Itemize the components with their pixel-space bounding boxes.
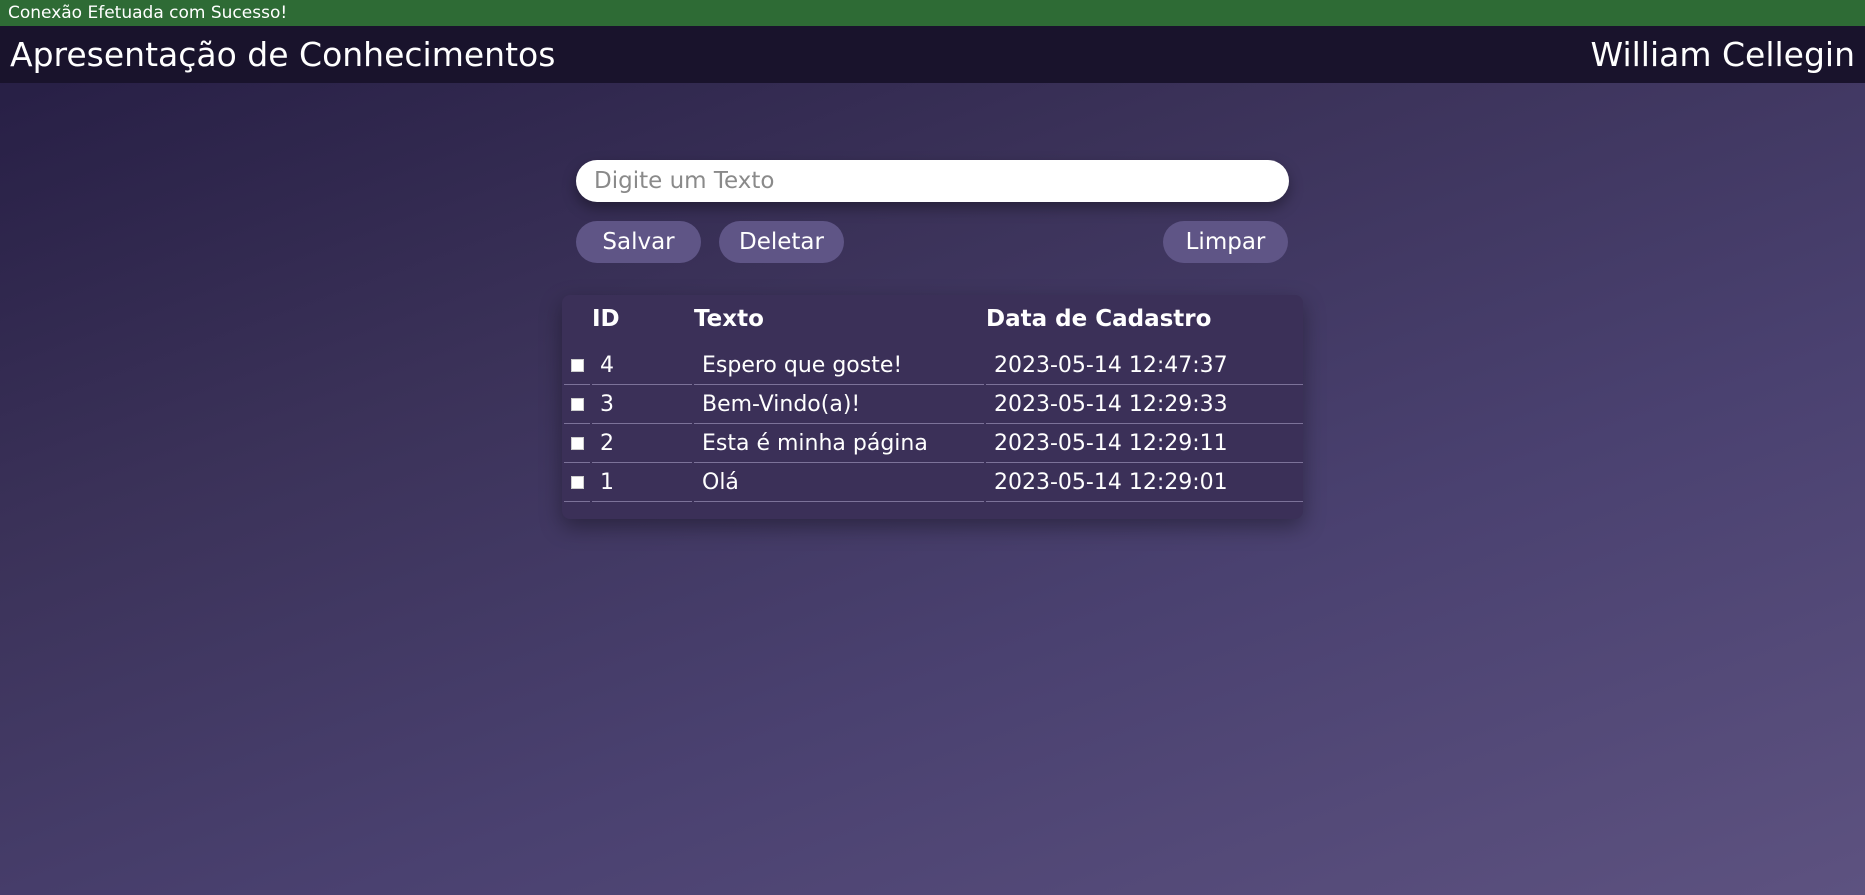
records-table-card: ID Texto Data de Cadastro 4 Espero que g… (562, 295, 1303, 519)
records-table: ID Texto Data de Cadastro 4 Espero que g… (562, 295, 1305, 502)
text-input[interactable] (576, 160, 1289, 202)
row-checkbox[interactable] (570, 359, 584, 372)
row-text: Olá (694, 463, 984, 502)
row-date: 2023-05-14 12:29:01 (986, 463, 1303, 502)
page-header: Apresentação de Conhecimentos William Ce… (0, 26, 1865, 83)
table-row: 4 Espero que goste! 2023-05-14 12:47:37 (564, 342, 1303, 385)
row-checkbox[interactable] (570, 398, 584, 411)
row-id: 3 (592, 385, 692, 424)
table-row: 2 Esta é minha página 2023-05-14 12:29:1… (564, 424, 1303, 463)
author-name: William Cellegin (1590, 35, 1855, 74)
row-date: 2023-05-14 12:47:37 (986, 342, 1303, 385)
row-id: 2 (592, 424, 692, 463)
row-date: 2023-05-14 12:29:11 (986, 424, 1303, 463)
delete-button[interactable]: Deletar (719, 221, 844, 263)
row-checkbox[interactable] (570, 437, 584, 450)
table-row: 3 Bem-Vindo(a)! 2023-05-14 12:29:33 (564, 385, 1303, 424)
row-id: 1 (592, 463, 692, 502)
connection-status-bar: Conexão Efetuada com Sucesso! (0, 0, 1865, 26)
connection-status-message: Conexão Efetuada com Sucesso! (8, 3, 288, 23)
column-header-text: Texto (694, 305, 764, 332)
table-header-row: ID Texto Data de Cadastro (564, 295, 1303, 342)
column-header-id: ID (592, 305, 620, 332)
row-text: Esta é minha página (694, 424, 984, 463)
row-text: Espero que goste! (694, 342, 984, 385)
page-title: Apresentação de Conhecimentos (10, 35, 556, 74)
row-date: 2023-05-14 12:29:33 (986, 385, 1303, 424)
column-header-date: Data de Cadastro (986, 305, 1212, 332)
save-button[interactable]: Salvar (576, 221, 701, 263)
row-id: 4 (592, 342, 692, 385)
table-row: 1 Olá 2023-05-14 12:29:01 (564, 463, 1303, 502)
column-header-select (564, 295, 590, 342)
row-text: Bem-Vindo(a)! (694, 385, 984, 424)
clear-button[interactable]: Limpar (1163, 221, 1288, 263)
row-checkbox[interactable] (570, 476, 584, 489)
